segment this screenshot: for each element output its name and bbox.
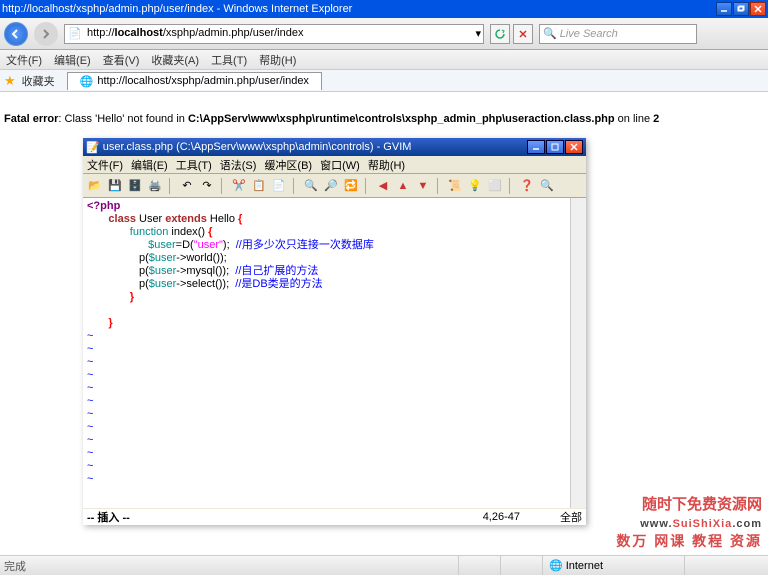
menu-file[interactable]: 文件(F) [6, 52, 42, 68]
browser-tab[interactable]: 🌐 http://localhost/xsphp/admin.php/user/… [67, 72, 322, 90]
ie-menubar: 文件(F) 编辑(E) 查看(V) 收藏夹(A) 工具(T) 帮助(H) [0, 50, 768, 70]
saveall-icon[interactable]: 🗄️ [127, 178, 143, 194]
tab-icon: 🌐 [80, 75, 94, 88]
menu-view[interactable]: 查看(V) [103, 52, 140, 68]
page-icon: 📄 [67, 26, 83, 42]
tag-prev-icon[interactable]: ◀ [375, 178, 391, 194]
ie-window-buttons [716, 2, 766, 16]
dropdown-icon[interactable]: ▾ [475, 27, 481, 40]
favorites-label: 收藏夹 [22, 73, 55, 89]
print-icon[interactable]: 🖨️ [147, 178, 163, 194]
copy-icon[interactable]: 📋 [251, 178, 267, 194]
find-icon[interactable]: 🔍 [303, 178, 319, 194]
address-bar[interactable]: 📄 http://localhost/xsphp/admin.php/user/… [64, 24, 484, 44]
gvim-app-icon: 📝 [86, 141, 100, 154]
gvim-menu-file[interactable]: 文件(F) [87, 157, 123, 173]
search-placeholder: Live Search [560, 28, 618, 40]
menu-tools[interactable]: 工具(T) [211, 52, 247, 68]
save-icon[interactable]: 💾 [107, 178, 123, 194]
make-icon[interactable]: 💡 [467, 178, 483, 194]
back-button[interactable] [4, 22, 28, 46]
help-icon[interactable]: ❓ [519, 178, 535, 194]
redo-icon[interactable]: ↷ [199, 178, 215, 194]
zone-icon: 🌐 [549, 559, 563, 572]
ie-title: http://localhost/xsphp/admin.php/user/in… [2, 3, 716, 15]
tag-jump-icon[interactable]: ▼ [415, 178, 431, 194]
gvim-maximize-button[interactable] [546, 140, 564, 154]
stop-button[interactable] [513, 24, 533, 44]
menu-help[interactable]: 帮助(H) [259, 52, 296, 68]
gvim-menu-window[interactable]: 窗口(W) [320, 157, 360, 173]
cut-icon[interactable]: ✂️ [231, 178, 247, 194]
gvim-toolbar: 📂 💾 🗄️ 🖨️ ↶ ↷ ✂️ 📋 📄 🔍 🔎 🔁 ◀ ▲ ▼ 📜 💡 ⬜ ❓… [83, 174, 586, 198]
gvim-statusbar: -- 插入 -- 4,26-47 全部 [83, 508, 586, 524]
minimize-button[interactable] [716, 2, 732, 16]
favorites-bar: ★ 收藏夹 🌐 http://localhost/xsphp/admin.php… [0, 70, 768, 92]
session-icon[interactable]: 📜 [447, 178, 463, 194]
gvim-mode: -- 插入 -- [87, 509, 367, 525]
open-icon[interactable]: 📂 [87, 178, 103, 194]
gvim-menu-buffer[interactable]: 缓冲区(B) [264, 157, 312, 173]
search-help-icon[interactable]: 🔍 [539, 178, 555, 194]
findnext-icon[interactable]: 🔎 [323, 178, 339, 194]
forward-button[interactable] [34, 22, 58, 46]
gvim-menu-edit[interactable]: 编辑(E) [131, 157, 168, 173]
gvim-menu-tools[interactable]: 工具(T) [176, 157, 212, 173]
gvim-window: 📝 user.class.php (C:\AppServ\www\xsphp\a… [83, 138, 586, 525]
gvim-title: user.class.php (C:\AppServ\www\xsphp\adm… [103, 141, 527, 153]
gvim-close-button[interactable] [565, 140, 583, 154]
favorites-star-icon[interactable]: ★ [4, 73, 16, 89]
menu-edit[interactable]: 编辑(E) [54, 52, 91, 68]
paste-icon[interactable]: 📄 [271, 178, 287, 194]
gvim-menu-syntax[interactable]: 语法(S) [220, 157, 257, 173]
ie-nav: 📄 http://localhost/xsphp/admin.php/user/… [0, 18, 768, 50]
status-text: 完成 [4, 558, 64, 574]
search-icon: 🔍 [543, 27, 557, 40]
replace-icon[interactable]: 🔁 [343, 178, 359, 194]
ie-statusbar: 完成 🌐 Internet [0, 555, 768, 575]
shell-icon[interactable]: ⬜ [487, 178, 503, 194]
tab-title: http://localhost/xsphp/admin.php/user/in… [97, 75, 309, 87]
fatal-error: Fatal error: Class 'Hello' not found in … [4, 110, 764, 126]
address-url: http://localhost/xsphp/admin.php/user/in… [87, 27, 471, 40]
undo-icon[interactable]: ↶ [179, 178, 195, 194]
restore-button[interactable] [733, 2, 749, 16]
zone-label: Internet [566, 560, 603, 572]
search-box[interactable]: 🔍 Live Search [539, 24, 697, 44]
watermark: 随时下免费资源网 www.SuiShiXia.com 数万 网课 教程 资源 [616, 493, 762, 551]
tag-next-icon[interactable]: ▲ [395, 178, 411, 194]
refresh-button[interactable] [490, 24, 510, 44]
gvim-menubar: 文件(F) 编辑(E) 工具(T) 语法(S) 缓冲区(B) 窗口(W) 帮助(… [83, 156, 586, 174]
gvim-menu-help[interactable]: 帮助(H) [368, 157, 405, 173]
gvim-editor[interactable]: <?php class User extends Hello { functio… [83, 198, 586, 508]
gvim-scrollbar[interactable] [570, 198, 586, 508]
ie-titlebar: http://localhost/xsphp/admin.php/user/in… [0, 0, 768, 18]
gvim-view: 全部 [560, 509, 582, 525]
gvim-minimize-button[interactable] [527, 140, 545, 154]
gvim-titlebar: 📝 user.class.php (C:\AppServ\www\xsphp\a… [83, 138, 586, 156]
gvim-position: 4,26-47 [367, 511, 560, 523]
menu-favorites[interactable]: 收藏夹(A) [151, 52, 199, 68]
page-content: Fatal error: Class 'Hello' not found in … [0, 92, 768, 130]
close-button[interactable] [750, 2, 766, 16]
